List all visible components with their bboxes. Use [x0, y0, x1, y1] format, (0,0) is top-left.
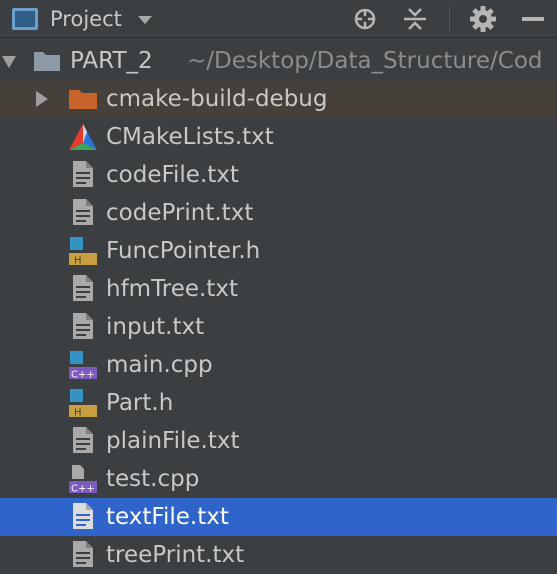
tree-item-cmake-build-debug[interactable]: cmake-build-debug	[0, 80, 557, 118]
expand-arrow-icon[interactable]	[2, 56, 16, 68]
tree-item-label: codePrint.txt	[106, 200, 254, 226]
tree-item-part-h[interactable]: H Part.h	[0, 384, 557, 422]
tree-item-label: main.cpp	[106, 352, 213, 378]
text-file-icon	[73, 161, 93, 187]
collapse-arrow-icon[interactable]	[36, 91, 48, 107]
gear-icon[interactable]	[468, 4, 498, 34]
tree-item-cmakelists[interactable]: CMakeLists.txt	[0, 118, 557, 156]
project-toolbar: Project	[0, 0, 557, 38]
locate-crosshair-icon[interactable]	[350, 4, 380, 34]
tree-item-funcpointer[interactable]: H FuncPointer.h	[0, 232, 557, 270]
tree-item-label: plainFile.txt	[106, 428, 240, 454]
root-path: ~/Desktop/Data_Structure/Cod	[187, 48, 543, 74]
root-folder-label: PART_2	[70, 48, 153, 74]
tree-item-main-cpp[interactable]: C++ main.cpp	[0, 346, 557, 384]
dropdown-caret-icon[interactable]	[137, 16, 152, 24]
tree-item-hfmtree[interactable]: hfmTree.txt	[0, 270, 557, 308]
collapse-all-icon[interactable]	[400, 4, 430, 34]
tree-item-label: textFile.txt	[106, 504, 229, 530]
h-header-file-icon: H	[69, 237, 97, 267]
h-header-file-icon: H	[69, 389, 97, 419]
cpp-file-icon: C++	[69, 351, 97, 381]
text-file-icon	[73, 199, 93, 225]
tree-item-codeprint[interactable]: codePrint.txt	[0, 194, 557, 232]
tree-item-label: FuncPointer.h	[106, 238, 261, 264]
cpp-badge-text: C++	[71, 484, 95, 495]
text-file-icon	[73, 427, 93, 453]
tree-item-label: codeFile.txt	[106, 162, 239, 188]
project-view-icon	[12, 8, 38, 30]
tree-item-codefile[interactable]: codeFile.txt	[0, 156, 557, 194]
root-folder-icon	[34, 52, 60, 71]
cmake-triangle-icon	[69, 124, 97, 150]
header-badge-text: H	[74, 408, 82, 419]
cpp-badge-text: C++	[71, 370, 95, 381]
cpp-file-icon: C++	[69, 465, 97, 495]
tree-item-textfile[interactable]: textFile.txt	[0, 498, 557, 536]
tree-item-input[interactable]: input.txt	[0, 308, 557, 346]
tree-item-label: Part.h	[106, 390, 174, 416]
tree-item-label: CMakeLists.txt	[106, 124, 274, 150]
tree-item-label: treePrint.txt	[106, 542, 245, 568]
text-file-icon	[73, 503, 93, 529]
project-view-selector[interactable]: Project	[12, 0, 152, 38]
tree-item-label: test.cpp	[106, 466, 200, 492]
project-title: Project	[50, 7, 122, 31]
hide-minus-icon[interactable]	[517, 4, 547, 34]
text-file-icon	[73, 275, 93, 301]
tree-item-treeprint[interactable]: treePrint.txt	[0, 536, 557, 574]
orange-folder-icon	[69, 90, 97, 109]
header-badge-text: H	[74, 256, 82, 267]
tree-root-row[interactable]: PART_2 ~/Desktop/Data_Structure/Cod	[0, 42, 557, 80]
text-file-icon	[73, 313, 93, 339]
tree-item-label: cmake-build-debug	[106, 86, 328, 112]
tree-item-plainfile[interactable]: plainFile.txt	[0, 422, 557, 460]
tree-item-label: hfmTree.txt	[106, 276, 238, 302]
toolbar-divider	[449, 6, 450, 32]
text-file-icon	[73, 541, 93, 567]
tree-item-label: input.txt	[106, 314, 205, 340]
tree-item-test-cpp[interactable]: C++ test.cpp	[0, 460, 557, 498]
